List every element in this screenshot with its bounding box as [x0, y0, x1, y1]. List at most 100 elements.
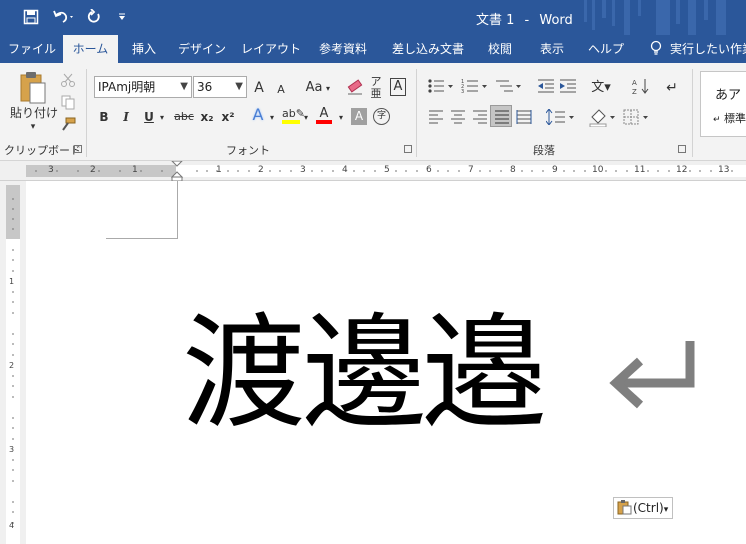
clear-formatting-icon[interactable]	[346, 78, 364, 96]
underline-button[interactable]: U	[141, 108, 157, 126]
undo-button[interactable]	[50, 6, 78, 28]
group-separator	[692, 69, 693, 157]
cut-icon[interactable]	[60, 72, 76, 88]
window-title: 文書 1 - Word	[476, 9, 579, 28]
ruler-number: 3	[48, 165, 54, 175]
bold-button[interactable]: B	[96, 108, 112, 126]
title-separator: -	[524, 13, 530, 28]
grow-font-button[interactable]: A	[252, 79, 266, 97]
tab-insert[interactable]: 挿入	[124, 35, 164, 63]
ruler-number: 7	[468, 165, 474, 175]
text-effects-arrow[interactable]: ▾	[268, 109, 276, 127]
paragraph-group-label: 段落	[533, 144, 555, 157]
customize-qat-button[interactable]	[114, 6, 130, 28]
ruler-number: 3	[300, 165, 306, 175]
title-bar-pattern	[576, 0, 746, 35]
superscript-button[interactable]: x²	[219, 108, 237, 126]
clipboard-dialog-launcher[interactable]	[74, 145, 82, 153]
save-button[interactable]	[20, 6, 42, 28]
enclose-char-button[interactable]: 字	[373, 108, 390, 125]
line-spacing-icon[interactable]	[546, 109, 576, 125]
ruler-number: 10	[592, 165, 604, 175]
paragraph-dialog-launcher[interactable]	[678, 145, 686, 153]
align-center-icon[interactable]	[450, 110, 466, 124]
paste-dropdown-arrow[interactable]: ▾	[27, 118, 39, 136]
shrink-font-button[interactable]: A	[275, 81, 287, 99]
change-case-arrow[interactable]: ▾	[324, 80, 332, 98]
font-name-combo[interactable]: IPAmj明朝 ▼	[94, 76, 192, 98]
align-right-icon[interactable]	[472, 110, 488, 124]
margin-corner-mark	[106, 181, 178, 239]
align-left-icon[interactable]	[428, 110, 444, 124]
document-page[interactable]: 渡邊邉 (Ctrl)▾	[26, 181, 746, 544]
distributed-icon[interactable]	[516, 109, 532, 125]
ruler-number: 1	[9, 277, 15, 286]
ruler-number: 6	[426, 165, 432, 175]
bullets-icon[interactable]	[427, 78, 455, 94]
ruler-number: 2	[258, 165, 264, 175]
indent-markers[interactable]	[171, 161, 183, 181]
paste-options-button[interactable]: (Ctrl)▾	[613, 497, 674, 519]
sort-icon[interactable]: AZ	[632, 77, 650, 95]
group-separator	[86, 69, 87, 157]
tab-home[interactable]: ホーム	[63, 35, 118, 63]
highlight-button[interactable]: ab✎	[282, 105, 305, 124]
tab-help[interactable]: ヘルプ	[582, 35, 630, 63]
text-effects-button[interactable]: A	[249, 106, 267, 124]
phonetic-guide-button[interactable]: ア亜	[370, 76, 382, 100]
font-size-value: 36	[197, 80, 213, 94]
tab-design[interactable]: デザイン	[174, 35, 230, 63]
document-name: 文書 1	[476, 13, 515, 28]
copy-icon[interactable]	[60, 94, 76, 110]
highlight-arrow[interactable]: ▾	[302, 109, 310, 127]
style-normal[interactable]: ↵ 標準	[713, 110, 746, 126]
shading-icon[interactable]	[589, 107, 617, 127]
styles-gallery[interactable]: あア ↵ 標準	[700, 71, 746, 137]
borders-icon[interactable]	[623, 109, 651, 125]
multilevel-list-icon[interactable]	[495, 78, 523, 94]
font-color-arrow[interactable]: ▾	[337, 109, 345, 127]
justify-button[interactable]	[490, 105, 512, 127]
tab-mailings[interactable]: 差し込み文書	[386, 35, 470, 63]
increase-indent-icon[interactable]	[559, 78, 577, 94]
horizontal-ruler: 3 2 1 1 2 3 4 5 6 7 8 9 10 11 12 13	[0, 161, 746, 181]
style-normal-label: 標準	[724, 112, 746, 125]
char-shading-button[interactable]: A	[351, 108, 367, 125]
tab-references[interactable]: 参考資料	[312, 35, 374, 63]
font-size-combo[interactable]: 36 ▼	[193, 76, 247, 98]
vertical-ruler: 1 2 3 4	[0, 181, 26, 544]
strikethrough-button[interactable]: abc	[172, 108, 196, 126]
ruler-number: 13	[718, 165, 730, 175]
underline-arrow[interactable]: ▾	[158, 109, 166, 127]
char-border-button[interactable]: A	[390, 78, 406, 96]
change-case-button[interactable]: Aa	[302, 79, 326, 97]
lightbulb-icon	[650, 40, 662, 55]
tab-file[interactable]: ファイル	[4, 35, 60, 63]
redo-button[interactable]	[84, 6, 104, 28]
numbering-icon[interactable]: 123	[461, 78, 489, 94]
group-separator	[416, 69, 417, 157]
save-icon	[23, 9, 39, 25]
clipboard-icon	[617, 500, 632, 515]
font-dialog-launcher[interactable]	[404, 145, 412, 153]
decrease-indent-icon[interactable]	[537, 78, 555, 94]
tell-me-search[interactable]: 実行したい作業	[650, 35, 746, 63]
italic-button[interactable]: I	[118, 108, 134, 126]
document-text[interactable]: 渡邊邉	[182, 299, 546, 449]
title-bar: 文書 1 - Word	[0, 0, 746, 35]
undo-icon	[53, 10, 73, 23]
svg-text:3: 3	[461, 89, 464, 94]
asian-layout-button[interactable]: 文▾	[590, 79, 612, 97]
chevron-down-icon: ▼	[235, 81, 243, 92]
ribbon-home: 貼り付け ▾ クリップボード IPAmj明朝 ▼ 36 ▼ A A Aa ▾ ア…	[0, 63, 746, 161]
show-marks-button[interactable]: ↵	[664, 79, 680, 97]
tab-layout[interactable]: レイアウト	[240, 35, 302, 63]
ruler-number: 2	[9, 361, 15, 370]
tab-view[interactable]: 表示	[532, 35, 572, 63]
font-color-button[interactable]: A	[316, 105, 332, 124]
subscript-button[interactable]: x₂	[198, 108, 216, 126]
tab-review[interactable]: 校閲	[480, 35, 520, 63]
format-painter-icon[interactable]	[60, 116, 76, 132]
svg-text:Z: Z	[632, 88, 637, 95]
redo-icon	[87, 8, 100, 23]
